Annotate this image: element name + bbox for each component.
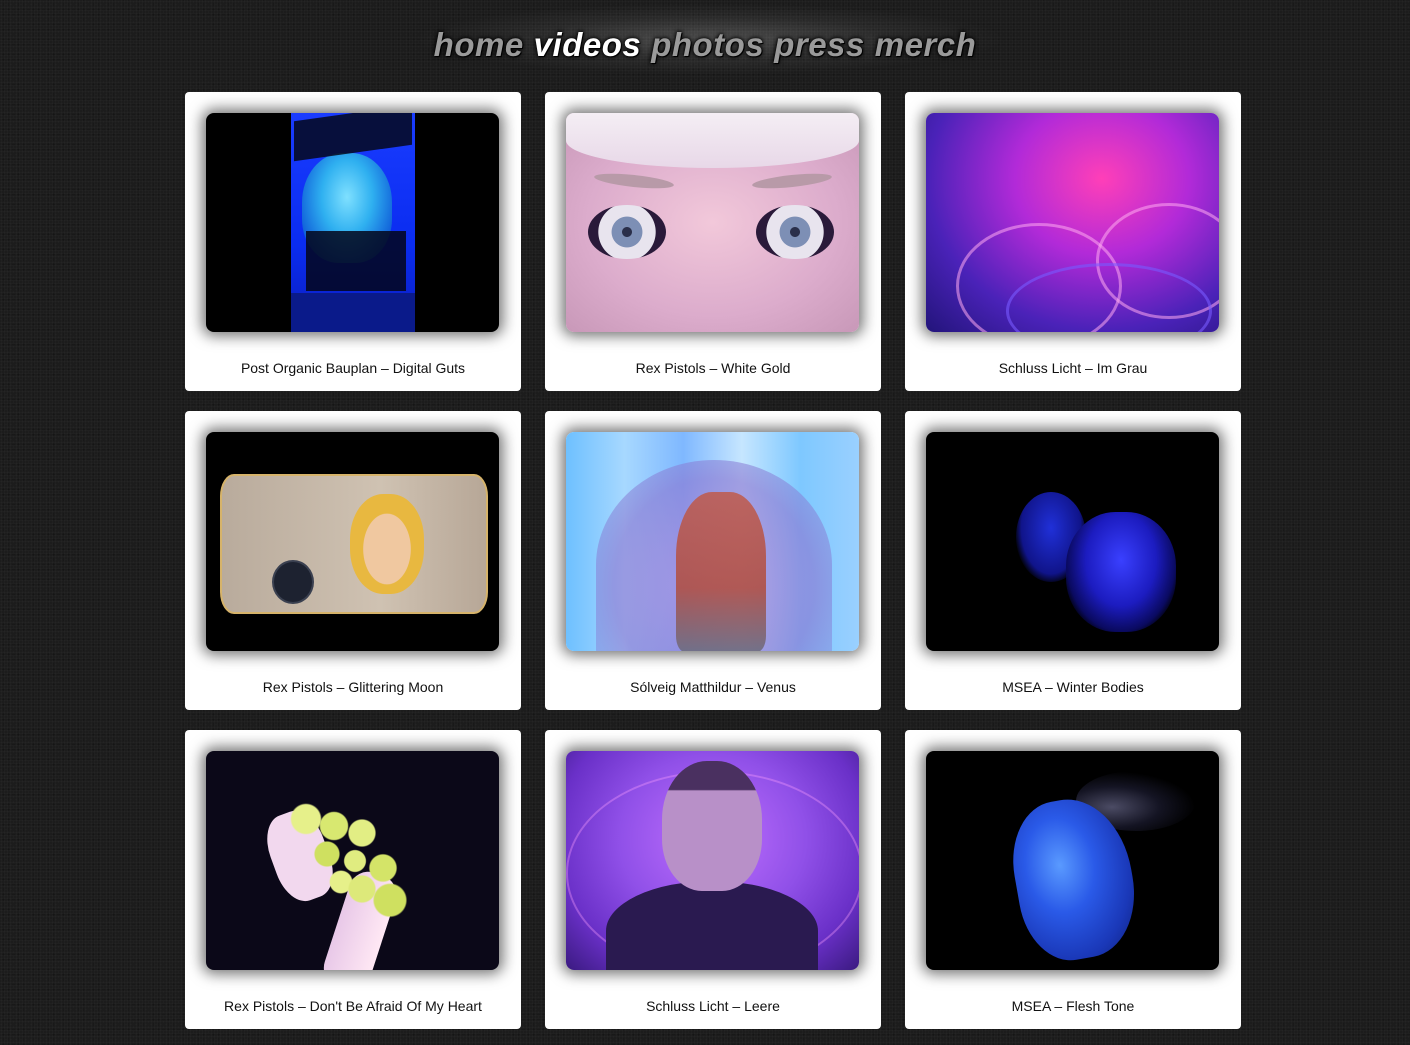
nav-videos-link[interactable]: videos bbox=[534, 26, 642, 64]
video-card[interactable]: MSEA – Flesh Tone bbox=[905, 730, 1241, 1029]
video-caption[interactable]: Rex Pistols – Don't Be Afraid Of My Hear… bbox=[185, 998, 521, 1014]
video-thumbnail[interactable] bbox=[566, 432, 859, 651]
video-caption[interactable]: MSEA – Winter Bodies bbox=[905, 679, 1241, 695]
thumbnail-art bbox=[306, 231, 406, 291]
video-card[interactable]: Sólveig Matthildur – Venus bbox=[545, 411, 881, 710]
video-card[interactable]: Rex Pistols – Glittering Moon bbox=[185, 411, 521, 710]
video-thumbnail[interactable] bbox=[206, 113, 499, 332]
nav-press-link[interactable]: press bbox=[774, 26, 865, 64]
video-caption[interactable]: Rex Pistols – Glittering Moon bbox=[185, 679, 521, 695]
video-thumbnail[interactable] bbox=[926, 751, 1219, 970]
nav-merch-link[interactable]: merch bbox=[875, 26, 977, 64]
video-thumbnail[interactable] bbox=[206, 432, 499, 651]
nav-photos-link[interactable]: photos bbox=[651, 26, 764, 64]
thumbnail-art bbox=[606, 881, 818, 970]
video-thumbnail[interactable] bbox=[926, 432, 1219, 651]
thumbnail-art bbox=[662, 761, 762, 891]
thumbnail-art bbox=[272, 560, 314, 604]
video-thumbnail[interactable] bbox=[206, 751, 499, 970]
video-grid: Post Organic Bauplan – Digital Guts Rex … bbox=[185, 92, 1241, 1029]
video-card[interactable]: Rex Pistols – Don't Be Afraid Of My Hear… bbox=[185, 730, 521, 1029]
video-caption[interactable]: Sólveig Matthildur – Venus bbox=[545, 679, 881, 695]
thumbnail-art bbox=[220, 474, 488, 614]
video-card[interactable]: Rex Pistols – White Gold bbox=[545, 92, 881, 391]
video-caption[interactable]: Schluss Licht – Im Grau bbox=[905, 360, 1241, 376]
video-caption[interactable]: MSEA – Flesh Tone bbox=[905, 998, 1241, 1014]
thumbnail-art bbox=[751, 170, 833, 192]
video-card[interactable]: Schluss Licht – Im Grau bbox=[905, 92, 1241, 391]
thumbnail-art bbox=[278, 791, 418, 931]
video-thumbnail[interactable] bbox=[926, 113, 1219, 332]
thumbnail-art bbox=[291, 293, 415, 332]
thumbnail-art bbox=[566, 113, 859, 168]
thumbnail-art bbox=[593, 170, 675, 192]
video-thumbnail[interactable] bbox=[566, 113, 859, 332]
video-card[interactable]: Post Organic Bauplan – Digital Guts bbox=[185, 92, 521, 391]
thumbnail-art bbox=[350, 494, 424, 594]
video-caption[interactable]: Rex Pistols – White Gold bbox=[545, 360, 881, 376]
nav-home-link[interactable]: home bbox=[434, 26, 524, 64]
thumbnail-art bbox=[1066, 512, 1176, 632]
video-caption[interactable]: Post Organic Bauplan – Digital Guts bbox=[185, 360, 521, 376]
thumbnail-art bbox=[756, 205, 834, 259]
main-nav: home videos photos press merch bbox=[0, 22, 1410, 68]
thumbnail-art bbox=[676, 492, 766, 651]
video-card[interactable]: MSEA – Winter Bodies bbox=[905, 411, 1241, 710]
thumbnail-art bbox=[588, 205, 666, 259]
video-thumbnail[interactable] bbox=[566, 751, 859, 970]
video-caption[interactable]: Schluss Licht – Leere bbox=[545, 998, 881, 1014]
video-card[interactable]: Schluss Licht – Leere bbox=[545, 730, 881, 1029]
